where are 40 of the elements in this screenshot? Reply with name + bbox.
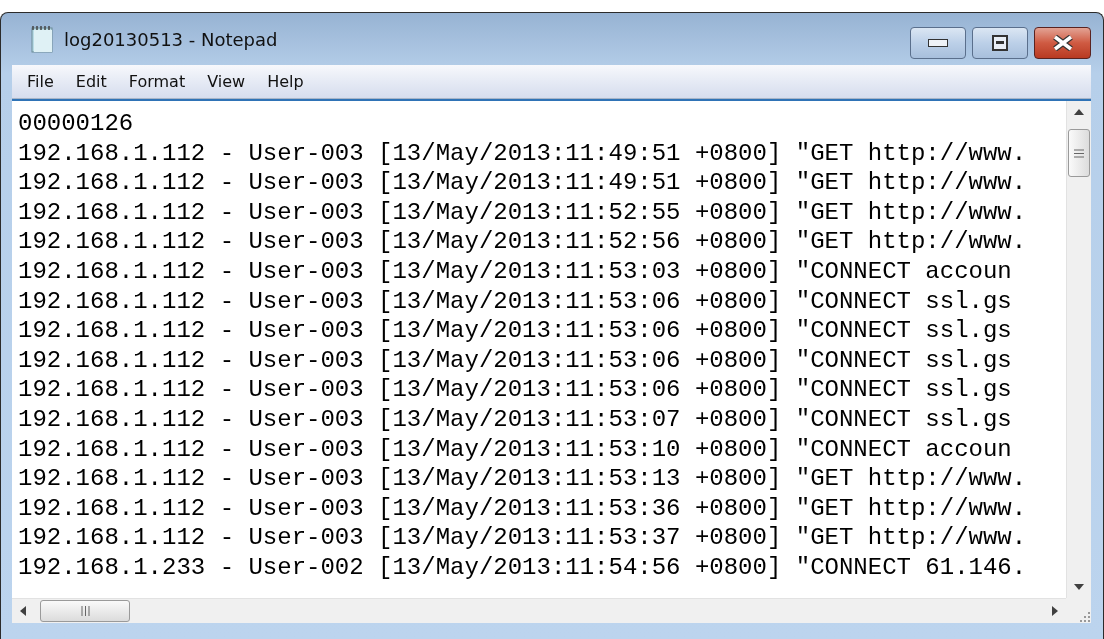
grip-lines-icon	[1074, 148, 1084, 158]
text-line: 192.168.1.112 - User-003 [13/May/2013:11:49:51 +0800] "GET http://www.	[18, 138, 1027, 169]
minimize-icon	[928, 39, 948, 47]
arrow-up-icon	[1074, 108, 1084, 116]
text-line: 192.168.1.233 - User-002 [13/May/2013:11:54:56 +0800] "CONNECT 61.146.	[18, 552, 1027, 583]
scroll-thumb[interactable]	[40, 600, 130, 622]
text-line: 192.168.1.112 - User-003 [13/May/2013:11:53:06 +0800] "CONNECT ssl.gs	[18, 375, 1012, 405]
grip-lines-icon	[80, 606, 90, 616]
minimize-button[interactable]	[910, 27, 966, 59]
resize-grip-icon[interactable]	[1079, 611, 1091, 623]
maximize-button[interactable]	[972, 27, 1028, 59]
text-line: 192.168.1.112 - User-003 [13/May/2013:11:53:06 +0800] "CONNECT ssl.gs	[18, 345, 1012, 376]
menu-item[interactable]: View	[198, 70, 255, 93]
text-line: 192.168.1.112 - User-003 [13/May/2013:11:53:36 +0800] "GET http://www.	[18, 493, 1027, 524]
text-line: 192.168.1.112 - User-003 [13/May/2013:11:49:51 +0800] "GET http://www.	[18, 168, 1027, 198]
text-line: 192.168.1.112 - User-003 [13/May/2013:11:53:07 +0800] "CONNECT ssl.gs	[18, 404, 1012, 435]
maximize-icon	[992, 35, 1008, 51]
text-line: 00000126	[18, 109, 134, 139]
menu-item[interactable]: Format	[119, 70, 195, 93]
arrow-left-icon	[19, 606, 27, 616]
text-line: 192.168.1.112 - User-003 [13/May/2013:11:53:10 +0800] "CONNECT accoun	[18, 434, 1012, 465]
arrow-down-icon	[1074, 583, 1084, 591]
menu-item[interactable]: Help	[258, 70, 313, 93]
text-line: 192.168.1.112 - User-003 [13/May/2013:11:52:55 +0800] "GET http://www.	[18, 197, 1027, 228]
horizontal-scrollbar[interactable]	[12, 598, 1066, 623]
menu-item[interactable]: File	[18, 70, 63, 93]
text-line: 192.168.1.112 - User-003 [13/May/2013:11:53:37 +0800] "GET http://www.	[18, 523, 1027, 553]
text-line: 192.168.1.112 - User-003 [13/May/2013:11:52:56 +0800] "GET http://www.	[18, 227, 1027, 257]
close-icon	[1051, 35, 1074, 51]
notepad-icon	[30, 24, 56, 54]
text-line: 192.168.1.112 - User-003 [13/May/2013:11:53:06 +0800] "CONNECT ssl.gs	[18, 286, 1012, 317]
vertical-scrollbar[interactable]	[1066, 101, 1091, 598]
text-line: 192.168.1.112 - User-003 [13/May/2013:11:53:06 +0800] "CONNECT ssl.gs	[18, 316, 1012, 346]
close-button[interactable]	[1034, 27, 1091, 59]
scroll-thumb[interactable]	[1068, 129, 1090, 177]
arrow-right-icon	[1051, 606, 1059, 616]
menu-item[interactable]: Edit	[66, 70, 116, 93]
text-line: 192.168.1.112 - User-003 [13/May/2013:11:53:03 +0800] "CONNECT accoun	[18, 256, 1012, 287]
text-line: 192.168.1.112 - User-003 [13/May/2013:11:53:13 +0800] "GET http://www.	[18, 464, 1027, 494]
window-title: log20130513 - Notepad	[64, 28, 279, 50]
